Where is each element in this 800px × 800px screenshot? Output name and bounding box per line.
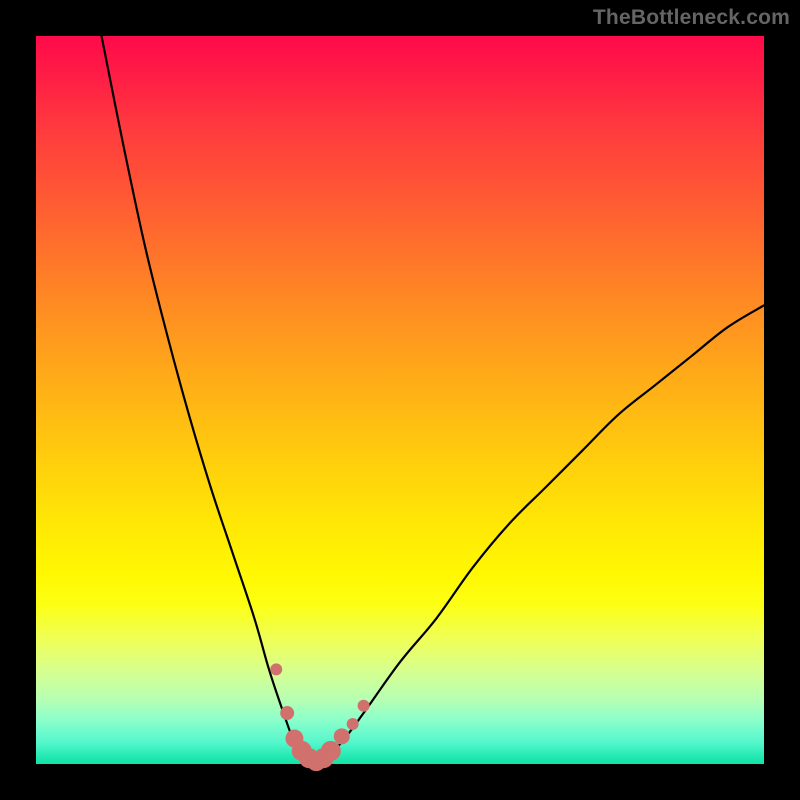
chart-frame: TheBottleneck.com bbox=[0, 0, 800, 800]
highlight-point bbox=[270, 663, 282, 675]
branding-watermark: TheBottleneck.com bbox=[593, 6, 790, 30]
curve-layer bbox=[36, 36, 764, 764]
highlight-point bbox=[280, 706, 294, 720]
plot-area bbox=[36, 36, 764, 764]
bottleneck-curve bbox=[102, 36, 764, 765]
highlight-point bbox=[334, 728, 350, 744]
highlight-point bbox=[321, 741, 341, 761]
highlight-point bbox=[347, 718, 359, 730]
highlight-point bbox=[358, 700, 370, 712]
